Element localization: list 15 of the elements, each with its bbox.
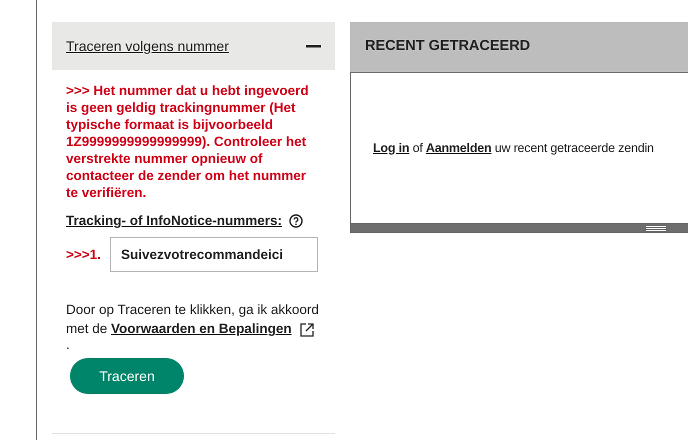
track-button[interactable]: Traceren: [70, 358, 184, 394]
terms-text: Door op Traceren te klikken, ga ik akkoord met de Voorwaarden en Bepalingen: [66, 301, 320, 338]
register-link[interactable]: Aanmelden: [426, 140, 492, 155]
field-label: Tracking- of InfoNotice-nummers:: [66, 212, 282, 230]
row-marker: >>>1.: [66, 246, 102, 264]
help-icon[interactable]: [288, 214, 303, 228]
terms-link[interactable]: Voorwaarden en Bepalingen: [111, 321, 292, 336]
error-message: >>> Het nummer dat u hebt ingevoerd is geen geldig trackingnummer (Het typische formaat is bijvoorbeeld 1Z9999999999999999). Controleer het verstrekte nummer opnieuw of contacteer de zender om het nummer te verifiëren.: [66, 82, 310, 201]
terms-period: .: [66, 338, 70, 352]
login-prompt: Log in of Aanmelden uw recent getraceerde zendin: [373, 140, 654, 157]
panel-title-link[interactable]: Traceren volgens nummer: [66, 36, 229, 56]
tracking-number-field[interactable]: Suivezvotrecommandeici: [110, 237, 318, 272]
panel-title: RECENT GETRACEERD: [350, 22, 688, 73]
login-link[interactable]: Log in: [373, 140, 410, 155]
resize-grip-icon[interactable]: [646, 226, 666, 230]
